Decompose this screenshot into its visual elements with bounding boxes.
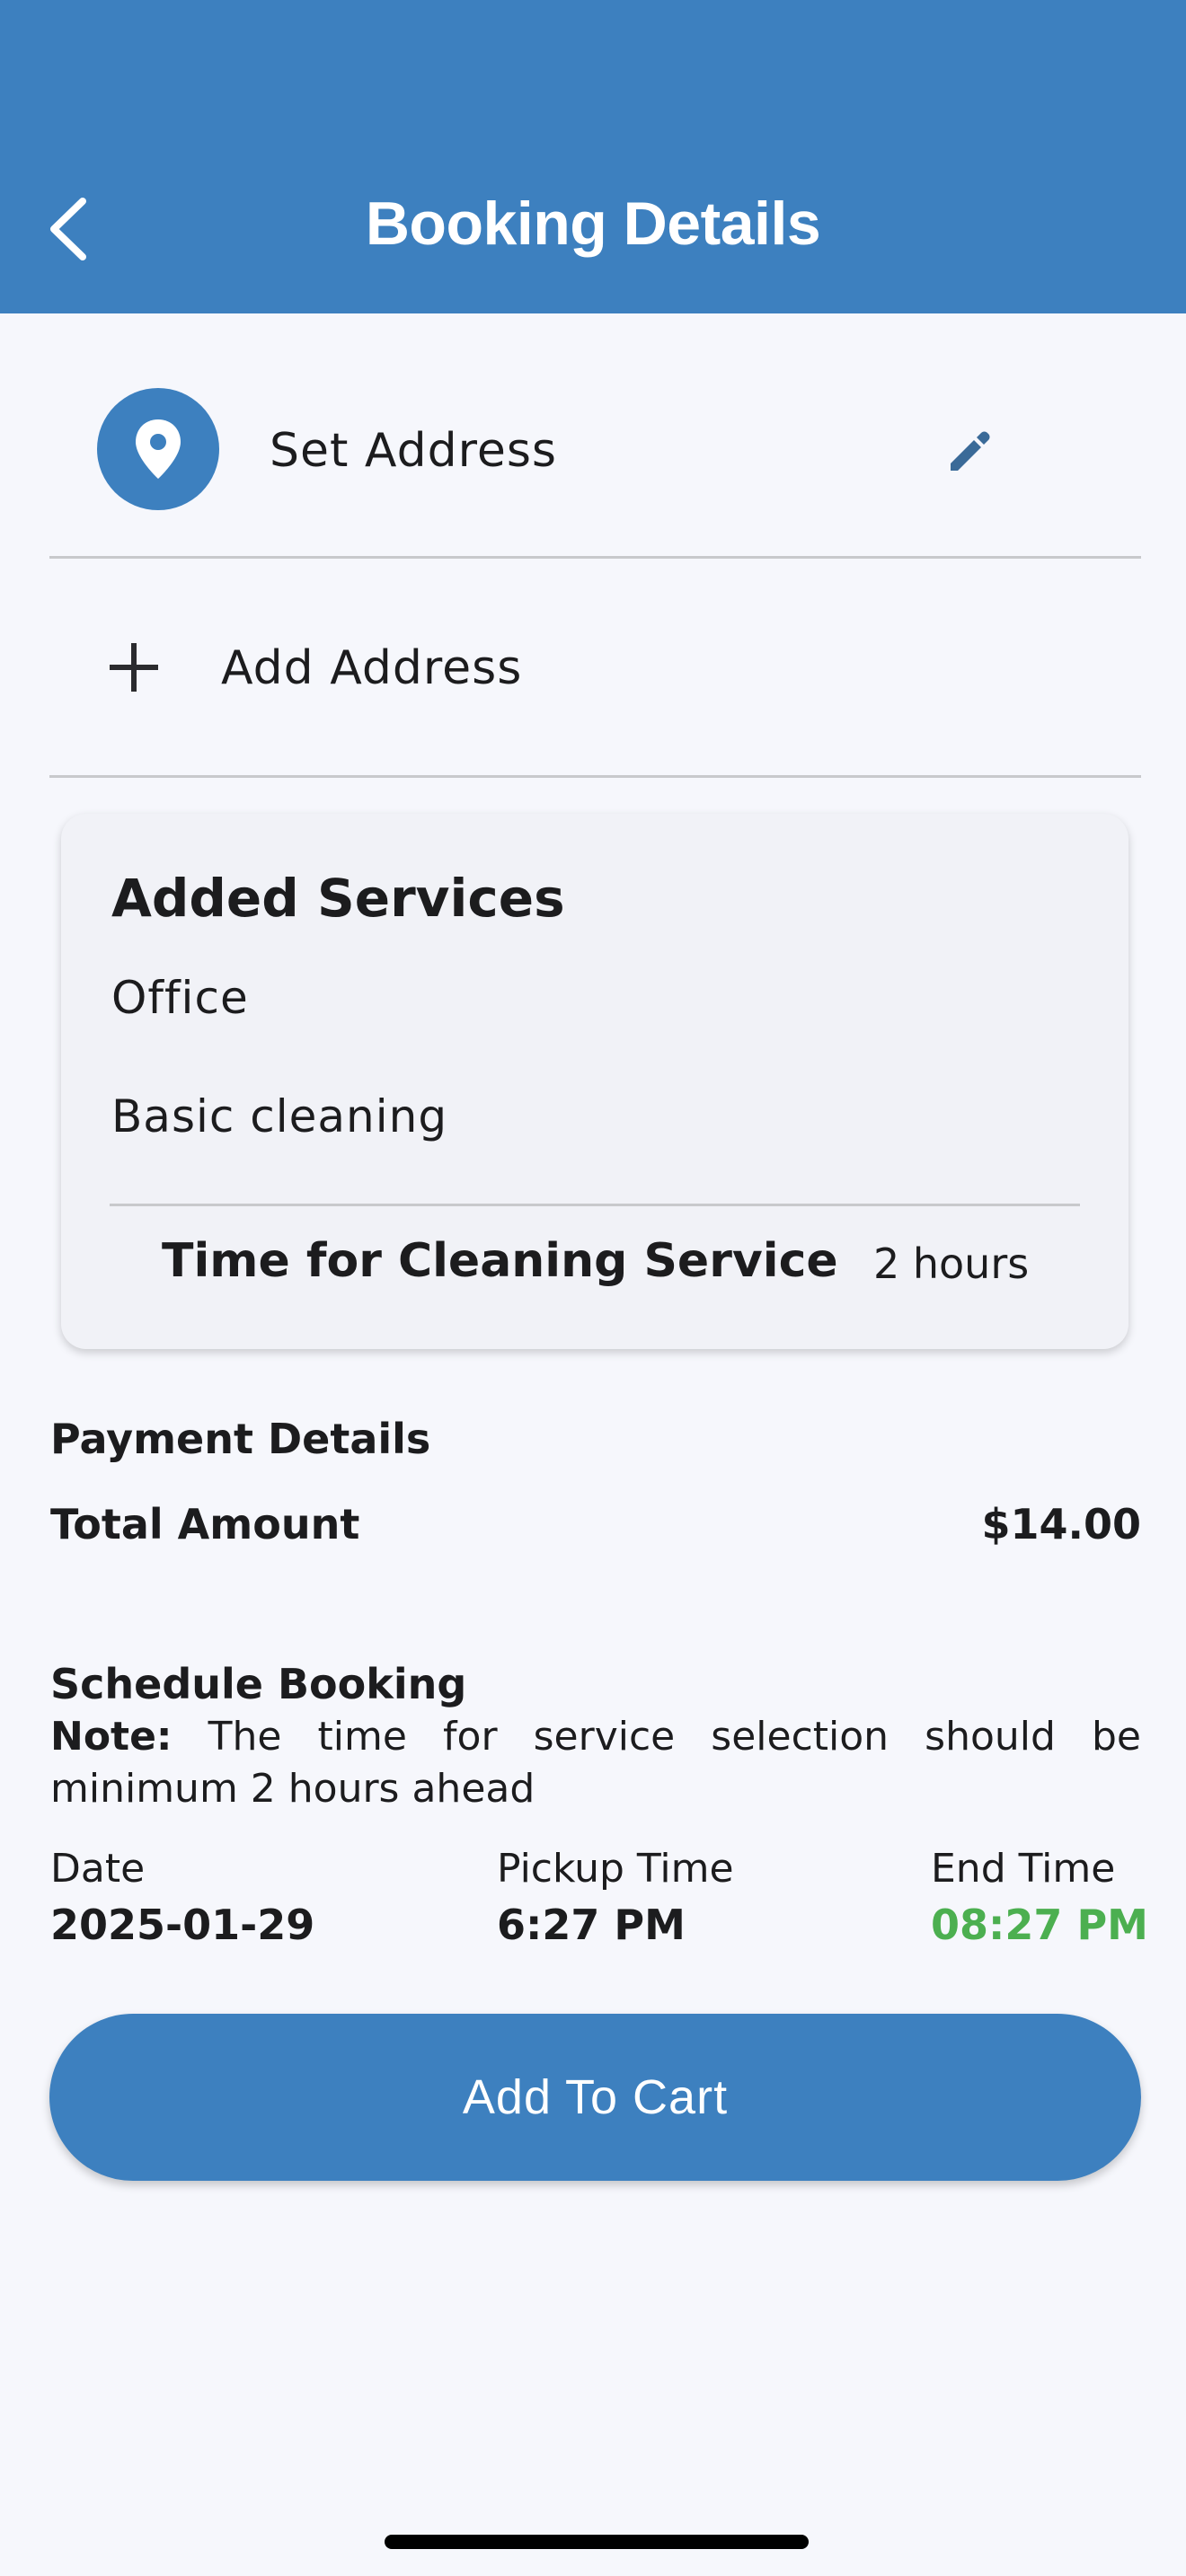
- note-text: The time for service selection should be…: [50, 1714, 1141, 1812]
- add-address-divider: [49, 775, 1141, 778]
- pickup-time-label: Pickup Time: [497, 1846, 734, 1892]
- add-address-label: Add Address: [221, 641, 523, 695]
- plus-icon: [110, 643, 158, 692]
- app-header: Booking Details: [0, 0, 1186, 313]
- schedule-note: Note: The time for service selection sho…: [50, 1711, 1141, 1815]
- end-time-field: End Time 08:27 PM: [931, 1846, 1148, 1949]
- service-item: Office: [111, 972, 249, 1024]
- page-title: Booking Details: [365, 190, 821, 258]
- card-divider: [110, 1204, 1080, 1206]
- schedule-heading: Schedule Booking: [50, 1660, 467, 1708]
- service-item: Basic cleaning: [111, 1090, 448, 1142]
- cleaning-time-value: 2 hours: [873, 1239, 1030, 1288]
- note-label: Note:: [50, 1714, 173, 1760]
- date-label: Date: [50, 1846, 146, 1892]
- total-amount-value: $14.00: [981, 1500, 1141, 1548]
- payment-heading: Payment Details: [50, 1415, 431, 1463]
- date-field[interactable]: Date 2025-01-29: [50, 1846, 314, 1949]
- add-address-row[interactable]: Add Address: [0, 611, 1186, 728]
- address-divider: [49, 556, 1141, 559]
- pickup-time-field[interactable]: Pickup Time 6:27 PM: [497, 1846, 734, 1949]
- set-address-row[interactable]: Set Address: [0, 377, 1186, 521]
- end-time-label: End Time: [931, 1846, 1116, 1892]
- total-amount-label: Total Amount: [50, 1500, 360, 1548]
- location-pin-icon: [136, 419, 181, 479]
- edit-address-button[interactable]: [942, 422, 999, 480]
- pickup-time-value: 6:27 PM: [497, 1901, 686, 1949]
- home-indicator[interactable]: [385, 2535, 809, 2549]
- added-services-card: Added Services Office Basic cleaning Tim…: [61, 814, 1128, 1349]
- location-pin-badge: [97, 388, 219, 510]
- add-to-cart-button[interactable]: Add To Cart: [49, 2014, 1141, 2181]
- cleaning-time-label: Time for Cleaning Service: [162, 1234, 838, 1288]
- booking-details-screen: Booking Details Set Address Add Address …: [0, 0, 1186, 2576]
- date-value: 2025-01-29: [50, 1901, 315, 1949]
- services-title: Added Services: [111, 868, 565, 929]
- pencil-icon: [951, 431, 990, 471]
- set-address-label: Set Address: [270, 424, 558, 478]
- end-time-value: 08:27 PM: [931, 1901, 1148, 1949]
